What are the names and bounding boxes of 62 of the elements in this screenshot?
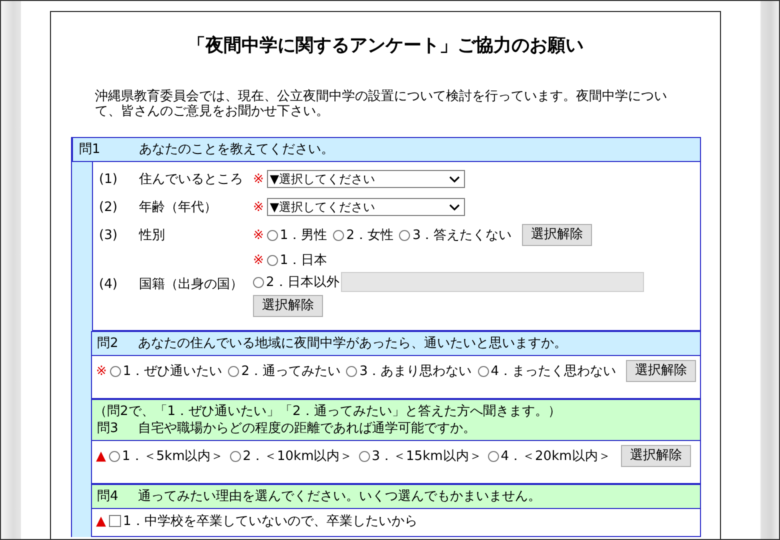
option-label: 2．＜10km以内＞: [242, 448, 353, 465]
dropdown[interactable]: ▼選択してください: [266, 170, 465, 188]
chevron-down-icon: [448, 204, 460, 210]
radio-button[interactable]: [110, 366, 121, 376]
radio-button[interactable]: [266, 254, 278, 266]
option-label: 2．日本以外: [266, 274, 340, 291]
required-mark: ※: [253, 200, 264, 214]
dropdown[interactable]: ▼選択してください: [266, 198, 465, 216]
clear-selection-button[interactable]: 選択解除: [522, 224, 592, 246]
radio-button[interactable]: [399, 230, 410, 240]
option-label: 1．男性: [280, 227, 328, 244]
question-text: あなたの住んでいる地域に夜間中学があったら、通いたいと思いますか。: [138, 335, 567, 352]
item-number: (3): [99, 228, 118, 242]
item-label: 年齢（年代）: [139, 199, 217, 216]
radio-button[interactable]: [478, 366, 489, 376]
radio-button[interactable]: [228, 366, 240, 376]
item-number: (1): [99, 172, 118, 186]
item-number: (2): [99, 200, 118, 214]
radio-button[interactable]: [253, 276, 264, 288]
radio-button[interactable]: [266, 230, 278, 240]
page-title: 「夜間中学に関するアンケート」ご協力のお願い: [186, 34, 584, 58]
clear-selection-button[interactable]: 選択解除: [626, 360, 696, 382]
option-label: 1．日本: [280, 252, 328, 269]
radio-button[interactable]: [346, 366, 358, 376]
required-mark: ※: [253, 172, 264, 186]
radio-button[interactable]: [109, 450, 120, 462]
option-label: 2．通ってみたい: [241, 363, 340, 380]
question-text: 自宅や職場からどの程度の距離であれば通学可能ですか。: [138, 420, 476, 437]
question-note: （問2で、「1．ぜひ通いたい」「2．通ってみたい」と答えた方へ聞きます。）: [94, 403, 562, 420]
question-number: 問2: [97, 335, 120, 352]
option-label: 3．＜15km以内＞: [372, 448, 482, 465]
radio-button[interactable]: [230, 450, 241, 462]
clear-selection-button[interactable]: 選択解除: [620, 445, 691, 467]
required-mark: ※: [253, 228, 264, 242]
item-number: (4): [99, 276, 118, 292]
radio-button[interactable]: [488, 450, 499, 462]
radio-button[interactable]: [358, 450, 370, 462]
question-text: あなたのことを教えてください。: [139, 141, 334, 158]
radio-button[interactable]: [333, 230, 344, 240]
option-label: 3．答えたくない: [412, 227, 512, 244]
checkbox[interactable]: [109, 515, 121, 527]
item-label: 性別: [139, 227, 165, 244]
clear-selection-button[interactable]: 選択解除: [253, 295, 323, 317]
option-label: 1．中学校を卒業していないので、卒業したいから: [123, 513, 418, 530]
item-label: 住んでいるところ: [139, 171, 243, 188]
option-label: 2．女性: [346, 227, 394, 244]
option-label: 1．ぜひ通いたい: [122, 363, 222, 380]
option-label: 1．＜5km以内＞: [122, 448, 224, 465]
question-text: 通ってみたい理由を選んでください。いくつ選んでもかまいません。: [138, 488, 541, 505]
question-number: 問1: [79, 141, 102, 158]
item-label: 国籍（出身の国）: [139, 276, 243, 293]
required-mark: ▲: [96, 514, 106, 528]
option-label: 4．＜20km以内＞: [500, 448, 611, 465]
question-number: 問3: [97, 420, 120, 437]
required-mark: ※: [96, 364, 107, 378]
intro-text: 沖縄県教育委員会では、現在、公立夜間中学の設置について検討を行っています。夜間中学について、皆さんのご意見をお聞かせ下さい。: [95, 89, 668, 119]
required-mark: ※: [253, 252, 264, 268]
option-label: 3．あまり思わない: [359, 363, 472, 380]
question-number: 問4: [97, 488, 120, 505]
option-label: 4．まったく思わない: [490, 363, 616, 380]
required-mark: ▲: [96, 448, 106, 464]
chevron-down-icon: [448, 176, 460, 182]
